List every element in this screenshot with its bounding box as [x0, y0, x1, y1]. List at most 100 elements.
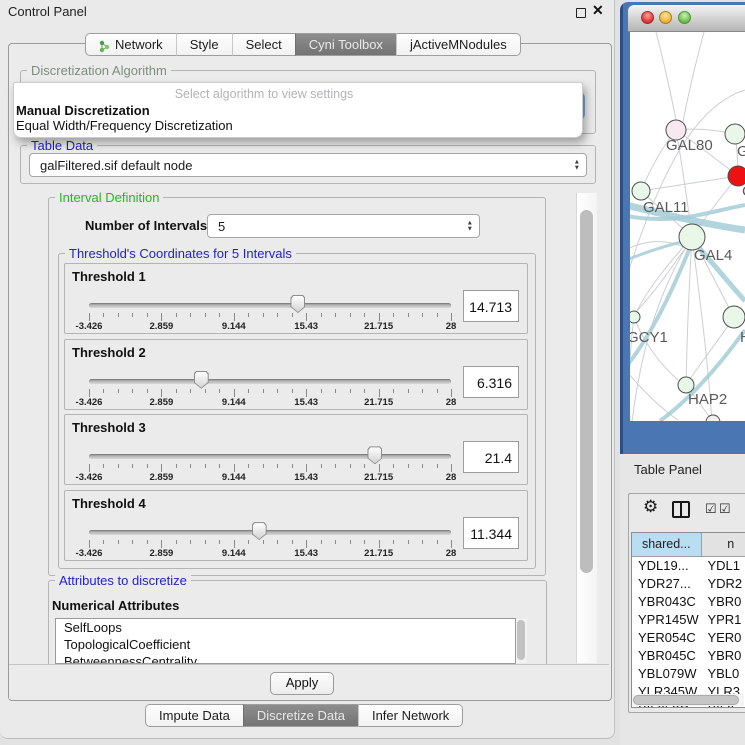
table-cell[interactable]: YER0 — [701, 629, 745, 647]
table-cell[interactable]: YBR0 — [701, 593, 745, 611]
network-node-gal11[interactable] — [632, 182, 650, 200]
tab-style[interactable]: Style — [176, 33, 232, 56]
table-horizontal-scrollbar[interactable] — [632, 694, 744, 706]
table-row[interactable]: YER054CYER0 — [632, 629, 745, 647]
combobox-stepper-icon: ▲▼ — [467, 221, 473, 232]
tab-select[interactable]: Select — [232, 33, 295, 56]
scrollbar-thumb[interactable] — [633, 695, 739, 705]
tick-mark — [292, 389, 293, 393]
tick-label: 9.144 — [222, 397, 246, 408]
network-graph: GAL80GACGAL11GAL4GCY1HHAP2 — [630, 32, 745, 421]
slider-thumb[interactable] — [252, 522, 267, 540]
tab-jactivemnodules[interactable]: jActiveMNodules — [396, 33, 521, 56]
table-cell[interactable]: YBR0 — [701, 647, 745, 665]
tick-mark — [277, 464, 278, 468]
tick-mark — [306, 464, 307, 472]
gear-icon[interactable]: ⚙ — [643, 498, 658, 515]
table-cell[interactable]: YDR27... — [632, 575, 701, 593]
tick-label: -3.426 — [76, 472, 103, 483]
attribute-list-item[interactable]: BetweennessCentrality — [56, 653, 515, 664]
tick-mark — [205, 540, 206, 544]
minimize-traffic-light-icon[interactable] — [659, 11, 672, 24]
tab-network[interactable]: Network — [85, 33, 176, 56]
table-row[interactable]: YDR27...YDR2 — [632, 575, 745, 593]
bottom-tab-infer-network[interactable]: Infer Network — [358, 704, 463, 727]
table-row[interactable]: YDL19...YDL1 — [632, 557, 745, 575]
tick-mark — [321, 540, 322, 544]
threshold-value-field[interactable]: 6.316 — [463, 366, 519, 398]
bottom-tab-discretize-data[interactable]: Discretize Data — [243, 704, 358, 727]
network-node-label: GAL4 — [694, 247, 732, 264]
attributes-list-scrollbar[interactable] — [516, 619, 527, 663]
table-data-combobox[interactable]: galFiltered.sif default node ▲▼ — [29, 153, 587, 177]
tick-mark — [234, 464, 235, 472]
slider-track[interactable] — [89, 454, 451, 459]
checkbox-checked-icon[interactable]: ☑ — [705, 502, 717, 516]
attribute-list-item[interactable]: TopologicalCoefficient — [56, 636, 515, 653]
table-column-header[interactable]: shared... — [632, 533, 702, 556]
bottom-tab-impute-data[interactable]: Impute Data — [145, 704, 243, 727]
table-cell[interactable]: YBL079W — [632, 665, 701, 683]
zoom-traffic-light-icon[interactable] — [678, 11, 691, 24]
threshold-value-field[interactable]: 14.713 — [463, 290, 519, 322]
algorithm-option[interactable]: Manual Discretization — [16, 103, 150, 118]
number-of-intervals-combobox[interactable]: 5 ▲▼ — [207, 214, 480, 238]
network-node-h[interactable] — [723, 306, 745, 328]
tick-mark — [132, 464, 133, 468]
tick-labels: -3.4262.8599.14415.4321.71528 — [89, 548, 451, 559]
network-node-ga[interactable] — [725, 124, 745, 144]
table-cell[interactable]: YPR145W — [632, 611, 701, 629]
tick-mark — [263, 464, 264, 468]
table-row[interactable]: YPR145WYPR1 — [632, 611, 745, 629]
table-cell[interactable]: YDR2 — [701, 575, 745, 593]
tick-label: 2.859 — [150, 397, 174, 408]
table-cell[interactable]: YBL0 — [701, 665, 745, 683]
tab-label: Infer Network — [372, 705, 449, 726]
attribute-list-item[interactable]: SelfLoops — [56, 619, 515, 636]
tick-mark — [89, 389, 90, 397]
tick-mark — [248, 313, 249, 317]
slider-track[interactable] — [89, 379, 451, 384]
network-node-label: GAL11 — [643, 199, 689, 216]
table-row[interactable]: YBR045CYBR0 — [632, 647, 745, 665]
table-cell[interactable]: YDL1 — [701, 557, 745, 575]
network-canvas[interactable]: GAL80GACGAL11GAL4GCY1HHAP2 — [630, 32, 745, 421]
table-column-header[interactable]: n — [702, 533, 745, 556]
algorithm-option[interactable]: Equal Width/Frequency Discretization — [16, 118, 233, 133]
tick-mark — [161, 464, 162, 472]
table-cell[interactable]: YPR1 — [701, 611, 745, 629]
slider-thumb[interactable] — [367, 446, 382, 464]
scrollbar-thumb[interactable] — [580, 210, 593, 573]
table-cell[interactable]: YDL19... — [632, 557, 701, 575]
settings-vertical-scrollbar[interactable] — [576, 193, 597, 663]
column-split-icon[interactable] — [672, 501, 690, 518]
apply-button[interactable]: Apply — [270, 672, 334, 695]
tick-mark — [205, 389, 206, 393]
close-panel-icon[interactable]: ✕ — [592, 2, 604, 19]
scrollbar-thumb[interactable] — [517, 620, 525, 660]
close-traffic-light-icon[interactable] — [641, 11, 654, 24]
threshold-value-field[interactable]: 11.344 — [463, 517, 519, 549]
float-panel-icon[interactable] — [576, 8, 586, 18]
table-cell[interactable]: YER054C — [632, 629, 701, 647]
table-cell[interactable]: YBR045C — [632, 647, 701, 665]
numerical-attributes-label: Numerical Attributes — [52, 598, 179, 613]
network-edge — [641, 176, 738, 191]
threshold-value-field[interactable]: 21.4 — [463, 441, 519, 473]
slider-thumb[interactable] — [194, 371, 209, 389]
table-row[interactable]: YBL079WYBL0 — [632, 665, 745, 683]
network-node-gcy1[interactable] — [630, 311, 640, 323]
tick-label: 28 — [446, 548, 457, 559]
tab-cyni-toolbox[interactable]: Cyni Toolbox — [295, 33, 396, 56]
slider-thumb[interactable] — [290, 295, 305, 313]
node-attribute-table[interactable]: shared...n YDL19...YDL1YDR27...YDR2YBR04… — [631, 532, 745, 708]
table-row[interactable]: YBR043CYBR0 — [632, 593, 745, 611]
table-cell[interactable]: YBR043C — [632, 593, 701, 611]
tick-labels: -3.4262.8599.14415.4321.71528 — [89, 472, 451, 483]
tick-mark — [321, 389, 322, 393]
slider-track[interactable] — [89, 530, 451, 535]
checkbox-checked-icon[interactable]: ☑ — [719, 502, 731, 516]
tick-mark — [176, 464, 177, 468]
numerical-attributes-list[interactable]: SelfLoopsTopologicalCoefficientBetweenne… — [55, 618, 516, 664]
slider-track[interactable] — [89, 303, 451, 308]
